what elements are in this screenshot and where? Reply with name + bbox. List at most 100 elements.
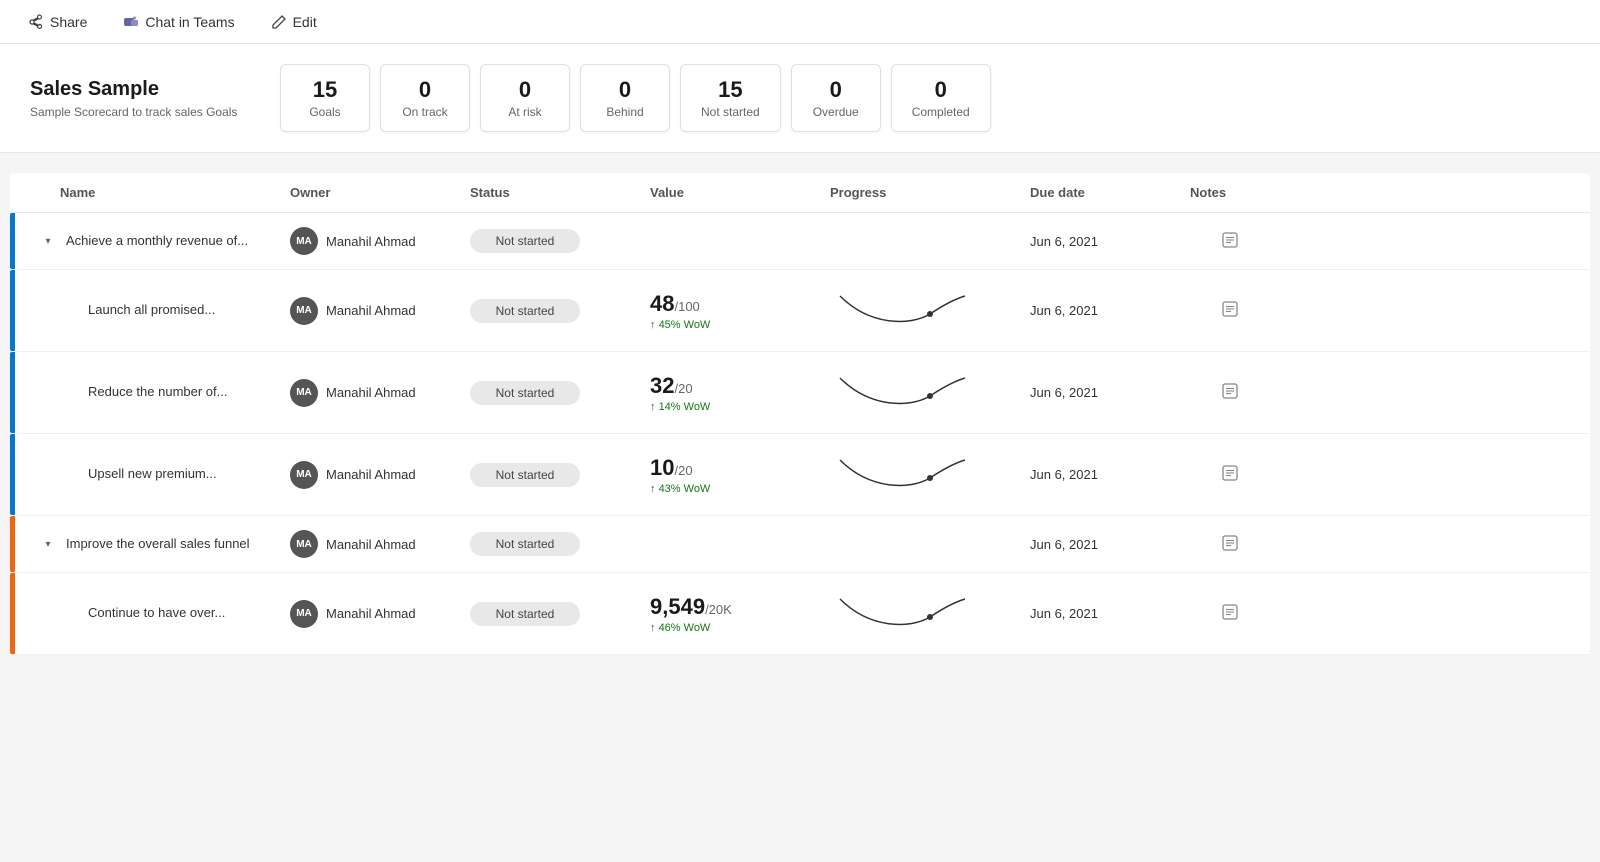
chat-in-teams-button[interactable]: Chat in Teams (115, 10, 242, 34)
row-progress-cell (830, 448, 1030, 501)
col-header-status: Status (470, 185, 650, 200)
row-notes-cell (1190, 382, 1270, 403)
row-name: Achieve a monthly revenue of... (66, 232, 248, 250)
row-status-cell: Not started (470, 299, 650, 323)
row-duedate: Jun 6, 2021 (1030, 385, 1190, 400)
row-duedate: Jun 6, 2021 (1030, 606, 1190, 621)
col-header-owner: Owner (290, 185, 470, 200)
stat-label: Goals (301, 105, 349, 119)
row-indicator (10, 213, 15, 269)
row-notes-cell (1190, 603, 1270, 624)
status-badge: Not started (470, 532, 580, 556)
stat-label: At risk (501, 105, 549, 119)
stat-label: Behind (601, 105, 649, 119)
row-progress-cell (830, 366, 1030, 419)
sparkline-chart (830, 284, 970, 334)
stat-label: Not started (701, 105, 760, 119)
stat-label: Overdue (812, 105, 860, 119)
row-value-cell: 32/20 14% WoW (650, 373, 830, 413)
row-name: Improve the overall sales funnel (66, 535, 250, 553)
value-wow: 45% WoW (650, 319, 830, 331)
avatar: MA (290, 297, 318, 325)
table-header: Name Owner Status Value Progress Due dat… (10, 173, 1590, 213)
sparkline-chart (830, 587, 970, 637)
value-wow: 46% WoW (650, 622, 830, 634)
main-content: Name Owner Status Value Progress Due dat… (0, 153, 1600, 675)
value-wow: 43% WoW (650, 483, 830, 495)
row-name: Upsell new premium... (88, 465, 217, 483)
row-notes-cell (1190, 464, 1270, 485)
stat-card-completed: 0 Completed (891, 64, 991, 132)
row-value-cell: 10/20 43% WoW (650, 455, 830, 495)
row-indicator (10, 573, 15, 654)
stat-card-behind: 0 Behind (580, 64, 670, 132)
table-container: Name Owner Status Value Progress Due dat… (10, 173, 1590, 655)
expand-icon[interactable]: ▾ (38, 534, 58, 554)
share-label: Share (50, 14, 87, 30)
row-duedate: Jun 6, 2021 (1030, 234, 1190, 249)
owner-name: Manahil Ahmad (326, 234, 416, 249)
row-progress-cell (830, 587, 1030, 640)
row-owner-cell: MA Manahil Ahmad (290, 461, 470, 489)
stat-value: 0 (812, 77, 860, 103)
row-notes-cell (1190, 231, 1270, 252)
row-status-cell: Not started (470, 602, 650, 626)
stat-value: 0 (601, 77, 649, 103)
row-indicator (10, 516, 15, 572)
avatar: MA (290, 600, 318, 628)
scorecard-header: Sales Sample Sample Scorecard to track s… (0, 44, 1600, 153)
share-icon (28, 14, 44, 30)
stat-card-overdue: 0 Overdue (791, 64, 881, 132)
scorecard-subtitle: Sample Scorecard to track sales Goals (30, 105, 250, 119)
row-status-cell: Not started (470, 229, 650, 253)
status-badge: Not started (470, 602, 580, 626)
col-header-duedate: Due date (1030, 185, 1190, 200)
value-wow: 14% WoW (650, 401, 830, 413)
row-notes-cell (1190, 534, 1270, 555)
stat-card-goals: 15 Goals (280, 64, 370, 132)
edit-button[interactable]: Edit (263, 10, 325, 34)
stat-card-not-started: 15 Not started (680, 64, 781, 132)
owner-name: Manahil Ahmad (326, 303, 416, 318)
col-header-progress: Progress (830, 185, 1030, 200)
stat-label: On track (401, 105, 449, 119)
notes-icon[interactable] (1221, 382, 1239, 403)
row-owner-cell: MA Manahil Ahmad (290, 379, 470, 407)
row-status-cell: Not started (470, 532, 650, 556)
value-main: 32 (650, 373, 674, 398)
notes-icon[interactable] (1221, 464, 1239, 485)
teams-icon (123, 14, 139, 30)
notes-icon[interactable] (1221, 534, 1239, 555)
stat-value: 0 (401, 77, 449, 103)
value-denom: /20 (674, 463, 692, 478)
value-main: 10 (650, 455, 674, 480)
share-button[interactable]: Share (20, 10, 95, 34)
expand-icon[interactable]: ▾ (38, 231, 58, 251)
row-duedate: Jun 6, 2021 (1030, 537, 1190, 552)
status-badge: Not started (470, 299, 580, 323)
table-row: ▾ Improve the overall sales funnel MA Ma… (10, 516, 1590, 573)
row-owner-cell: MA Manahil Ahmad (290, 297, 470, 325)
toolbar: Share Chat in Teams Edit (0, 0, 1600, 44)
row-progress-cell (830, 284, 1030, 337)
stat-cards: 15 Goals 0 On track 0 At risk 0 Behind 1… (280, 64, 991, 132)
row-owner-cell: MA Manahil Ahmad (290, 227, 470, 255)
value-main: 48 (650, 291, 674, 316)
value-denom: /100 (674, 299, 699, 314)
stat-value: 15 (701, 77, 760, 103)
row-indicator (10, 270, 15, 351)
edit-label: Edit (293, 14, 317, 30)
stat-value: 0 (912, 77, 970, 103)
row-name-cell: Launch all promised... (30, 301, 290, 319)
notes-icon[interactable] (1221, 231, 1239, 252)
row-indicator (10, 352, 15, 433)
notes-icon[interactable] (1221, 603, 1239, 624)
row-duedate: Jun 6, 2021 (1030, 303, 1190, 318)
table-rows: ▾ Achieve a monthly revenue of... MA Man… (10, 213, 1590, 655)
row-name-cell: Continue to have over... (30, 604, 290, 622)
stat-value: 0 (501, 77, 549, 103)
notes-icon[interactable] (1221, 300, 1239, 321)
value-denom: /20 (674, 381, 692, 396)
row-indicator (10, 434, 15, 515)
owner-name: Manahil Ahmad (326, 537, 416, 552)
